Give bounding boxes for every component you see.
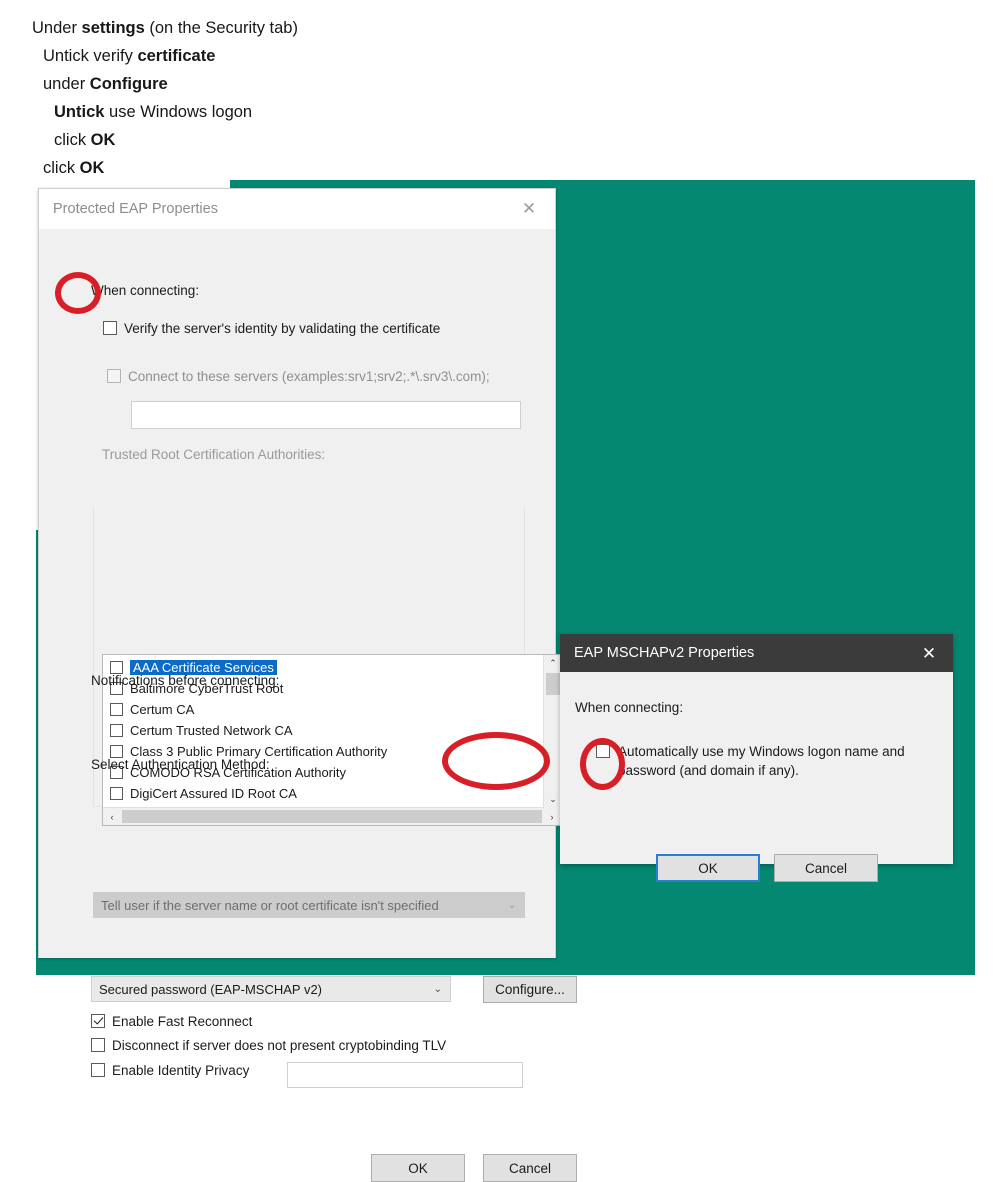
eap-mschapv2-properties-dialog: EAP MSCHAPv2 Properties ✕ When connectin…: [560, 634, 953, 882]
identity-privacy-input[interactable]: [287, 1062, 523, 1088]
eap-dialog-titlebar: Protected EAP Properties ✕: [39, 189, 555, 229]
vertical-scrollbar[interactable]: ⌃ ⌄: [543, 655, 561, 808]
instruction-line: Untick verify certificate: [43, 47, 216, 65]
trusted-root-list-item[interactable]: DigiCert Assured ID Root CA: [103, 783, 561, 804]
trusted-root-list-item[interactable]: Certum CA: [103, 699, 561, 720]
mschap-dialog-title: EAP MSCHAPv2 Properties: [574, 645, 755, 661]
notifications-select[interactable]: Tell user if the server name or root cer…: [93, 892, 525, 918]
trusted-root-name: Certum CA: [130, 702, 195, 717]
instruction-line: Under settings (on the Security tab): [32, 19, 298, 37]
enable-identity-privacy-label: Enable Identity Privacy: [112, 1063, 250, 1078]
mschap-dialog-titlebar: EAP MSCHAPv2 Properties ✕: [560, 634, 953, 672]
verify-certificate-label: Verify the server's identity by validati…: [124, 321, 441, 336]
mschap-cancel-button[interactable]: Cancel: [774, 854, 878, 882]
configure-button[interactable]: Configure...: [483, 976, 577, 1003]
trusted-root-checkbox[interactable]: [110, 787, 123, 800]
verify-certificate-checkbox[interactable]: [103, 321, 117, 335]
auto-windows-logon-checkbox[interactable]: [596, 744, 610, 758]
instruction-text-block: Under settings (on the Security tab) Unti…: [32, 14, 652, 182]
instruction-line: Untick use Windows logon: [54, 103, 253, 121]
close-icon[interactable]: ✕: [509, 200, 549, 217]
auto-windows-logon-row[interactable]: Automatically use my Windows logon name …: [596, 742, 936, 780]
when-connecting-label: When connecting:: [91, 283, 200, 298]
server-names-input[interactable]: [131, 401, 521, 429]
eap-cancel-button[interactable]: Cancel: [483, 1154, 577, 1182]
trusted-root-checkbox[interactable]: [110, 724, 123, 737]
connect-to-servers-checkbox-row[interactable]: Connect to these servers (examples:srv1;…: [107, 369, 490, 384]
disconnect-cryptobinding-label: Disconnect if server does not present cr…: [112, 1038, 447, 1053]
verify-certificate-checkbox-row[interactable]: Verify the server's identity by validati…: [103, 321, 440, 336]
mschap-dialog-body: When connecting: Automatically use my Wi…: [560, 672, 953, 882]
scroll-right-icon[interactable]: ›: [543, 808, 561, 825]
close-icon[interactable]: ✕: [909, 645, 949, 662]
auth-method-label: Select Authentication Method:: [91, 757, 270, 772]
auth-method-select[interactable]: Secured password (EAP-MSCHAP v2) ⌄: [91, 976, 451, 1002]
enable-identity-privacy-checkbox[interactable]: [91, 1063, 105, 1077]
eap-dialog-title: Protected EAP Properties: [53, 200, 218, 217]
eap-dialog-body: When connecting: Verify the server's ide…: [39, 229, 577, 1182]
trusted-roots-label: Trusted Root Certification Authorities:: [102, 447, 326, 462]
disconnect-cryptobinding-row[interactable]: Disconnect if server does not present cr…: [91, 1038, 446, 1053]
trusted-root-checkbox[interactable]: [110, 703, 123, 716]
mschap-ok-button[interactable]: OK: [656, 854, 760, 882]
protected-eap-properties-dialog: Protected EAP Properties ✕ When connecti…: [38, 188, 577, 1182]
enable-identity-privacy-row[interactable]: Enable Identity Privacy: [91, 1063, 249, 1078]
scroll-left-icon[interactable]: ‹: [103, 808, 121, 825]
mschap-when-connecting-label: When connecting:: [575, 700, 684, 715]
connect-to-servers-label: Connect to these servers (examples:srv1;…: [128, 369, 490, 384]
trusted-root-list-item[interactable]: Certum Trusted Network CA: [103, 720, 561, 741]
notifications-label: Notifications before connecting:: [91, 673, 280, 688]
instruction-line: click OK: [54, 131, 116, 149]
connect-to-servers-checkbox[interactable]: [107, 369, 121, 383]
enable-fast-reconnect-label: Enable Fast Reconnect: [112, 1014, 253, 1029]
instruction-line: under Configure: [43, 75, 168, 93]
auth-method-select-value: Secured password (EAP-MSCHAP v2): [99, 981, 323, 997]
horizontal-scrollbar[interactable]: ‹ ›: [103, 807, 561, 825]
trusted-root-name: Certum Trusted Network CA: [130, 723, 293, 738]
horizontal-scrollbar-thumb[interactable]: [122, 810, 542, 823]
eap-ok-button[interactable]: OK: [371, 1154, 465, 1182]
vertical-scrollbar-thumb[interactable]: [546, 673, 560, 695]
enable-fast-reconnect-checkbox[interactable]: [91, 1014, 105, 1028]
disconnect-cryptobinding-checkbox[interactable]: [91, 1038, 105, 1052]
instruction-line: click OK: [43, 159, 105, 177]
enable-fast-reconnect-row[interactable]: Enable Fast Reconnect: [91, 1014, 252, 1029]
chevron-down-icon: ⌄: [507, 899, 516, 911]
auto-windows-logon-label: Automatically use my Windows logon name …: [618, 744, 905, 778]
trusted-root-name: DigiCert Assured ID Root CA: [130, 786, 297, 801]
notifications-select-value: Tell user if the server name or root cer…: [101, 897, 439, 913]
chevron-down-icon: ⌄: [433, 983, 442, 995]
